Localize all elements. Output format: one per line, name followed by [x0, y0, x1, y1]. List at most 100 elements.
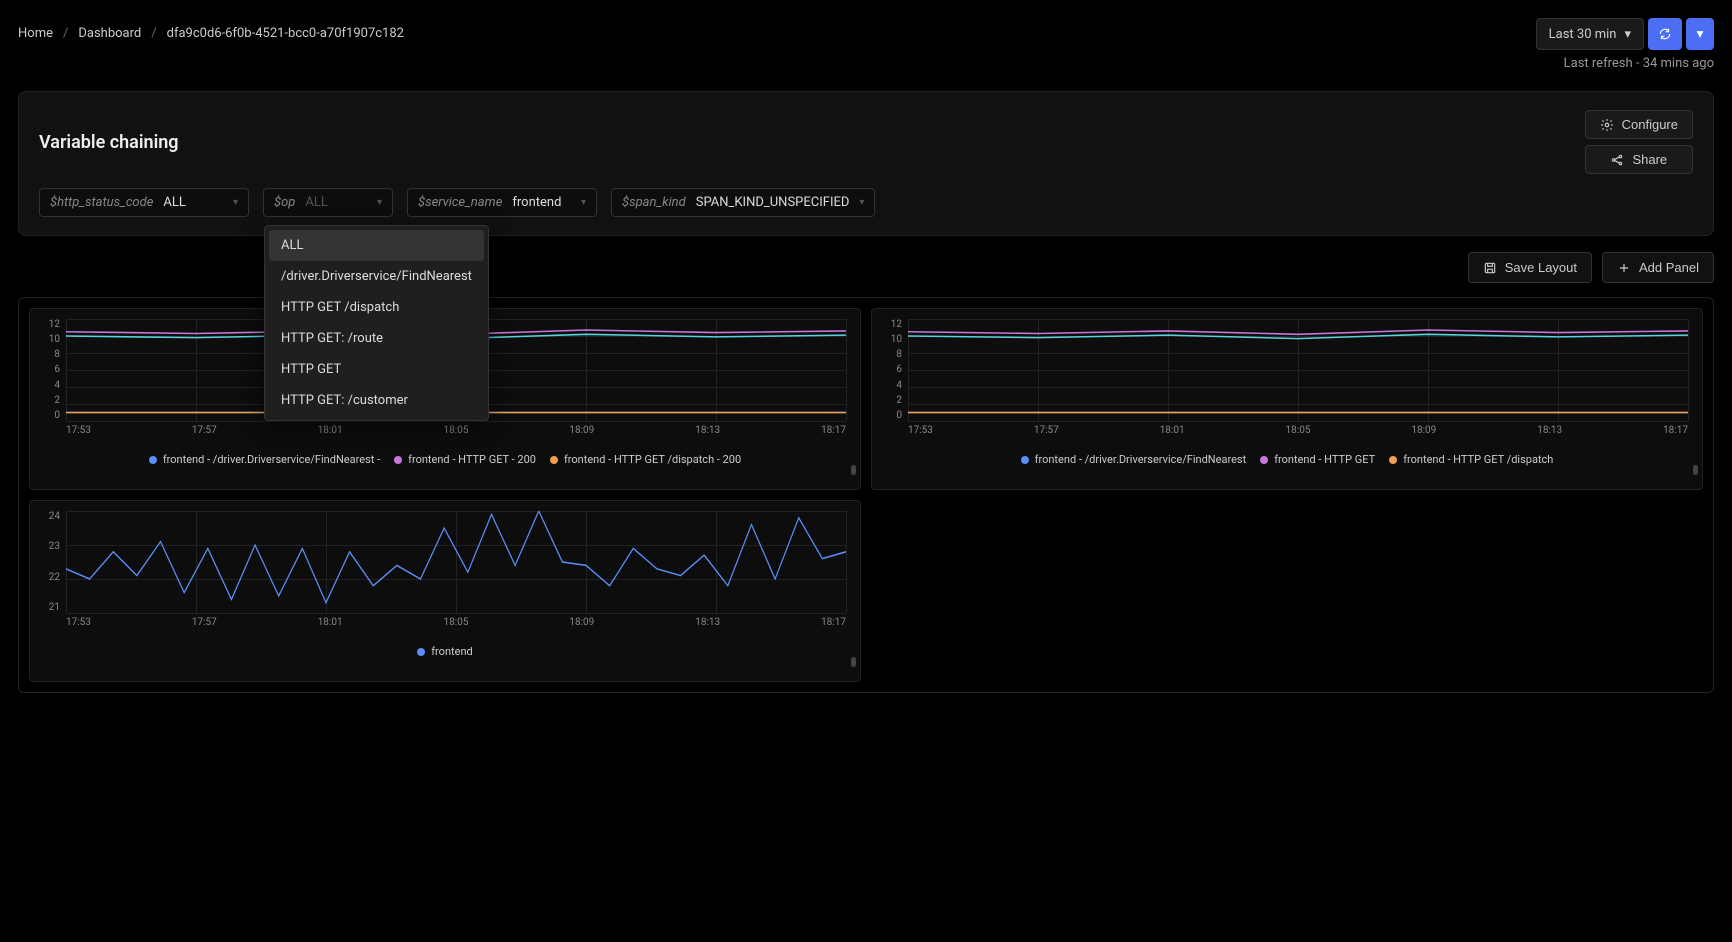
filter-span-kind[interactable]: $span_kind SPAN_KIND_UNSPECIFIED — [611, 188, 875, 217]
legend-swatch-icon — [1021, 456, 1029, 464]
legend-label: frontend - HTTP GET — [1274, 453, 1375, 466]
x-tick: 17:57 — [192, 617, 217, 628]
legend-item[interactable]: frontend - HTTP GET /dispatch - 200 — [550, 453, 741, 466]
chevron-down-icon — [377, 197, 382, 208]
refresh-interval-button[interactable] — [1686, 18, 1714, 50]
scroll-thumb[interactable] — [851, 465, 856, 475]
breadcrumb-sep: / — [63, 26, 68, 41]
share-label: Share — [1632, 152, 1667, 167]
filter-row: $http_status_code ALL $op ALL ALL/driver… — [39, 188, 1693, 217]
filter-label: $service_name — [418, 195, 502, 210]
y-tick: 12 — [880, 319, 906, 330]
add-panel-label: Add Panel — [1639, 260, 1699, 275]
legend-item[interactable]: frontend - HTTP GET — [1260, 453, 1375, 466]
dropdown-item[interactable]: /driver.Driverservice/FindNearest — [269, 261, 484, 292]
last-refresh-text: Last refresh - 34 mins ago — [1564, 56, 1714, 71]
dropdown-item[interactable]: HTTP GET: /customer — [269, 385, 484, 416]
chart-panel: 12108642017:5317:5718:0118:0518:0918:131… — [871, 308, 1703, 490]
dropdown-item[interactable]: HTTP GET — [269, 354, 484, 385]
breadcrumb-home[interactable]: Home — [18, 26, 53, 41]
legend-item[interactable]: frontend - /driver.Driverservice/FindNea… — [1021, 453, 1247, 466]
breadcrumb-id: dfa9c0d6-6f0b-4521-bcc0-a70f1907c182 — [167, 26, 404, 41]
x-tick: 17:57 — [1034, 425, 1059, 436]
legend-swatch-icon — [149, 456, 157, 464]
legend-label: frontend — [431, 645, 473, 658]
dropdown-item[interactable]: ALL — [269, 230, 484, 261]
legend-item[interactable]: frontend - /driver.Driverservice/FindNea… — [149, 453, 380, 466]
filter-label: $http_status_code — [50, 195, 153, 210]
plus-icon — [1617, 261, 1631, 275]
x-tick: 18:17 — [821, 617, 846, 628]
y-tick: 0 — [880, 410, 906, 421]
x-tick: 18:09 — [569, 617, 594, 628]
x-tick: 17:53 — [66, 617, 91, 628]
refresh-button[interactable] — [1648, 18, 1682, 50]
filter-placeholder: ALL — [305, 195, 327, 210]
filter-op[interactable]: $op ALL ALL/driver.Driverservice/FindNea… — [263, 188, 393, 217]
filter-service-name[interactable]: $service_name frontend — [407, 188, 597, 217]
legend-item[interactable]: frontend - HTTP GET - 200 — [394, 453, 536, 466]
time-range-label: Last 30 min — [1549, 27, 1617, 42]
configure-label: Configure — [1622, 117, 1678, 132]
x-tick: 18:17 — [1663, 425, 1688, 436]
x-tick: 17:53 — [66, 425, 91, 436]
x-tick: 18:01 — [318, 617, 343, 628]
y-tick: 2 — [880, 395, 906, 406]
x-tick: 18:09 — [569, 425, 594, 436]
filter-http-status[interactable]: $http_status_code ALL — [39, 188, 249, 217]
dropdown-item[interactable]: HTTP GET: /route — [269, 323, 484, 354]
filter-label: $span_kind — [622, 195, 686, 210]
chart-panel: 2423222117:5317:5718:0118:0518:0918:1318… — [29, 500, 861, 682]
legend-swatch-icon — [550, 456, 558, 464]
x-tick: 18:05 — [444, 425, 469, 436]
x-tick: 18:09 — [1411, 425, 1436, 436]
chevron-down-icon — [1697, 26, 1704, 42]
legend-label: frontend - HTTP GET /dispatch - 200 — [564, 453, 741, 466]
y-tick: 21 — [38, 602, 64, 613]
legend-swatch-icon — [417, 648, 425, 656]
legend-label: frontend - HTTP GET - 200 — [408, 453, 536, 466]
configure-button[interactable]: Configure — [1585, 110, 1693, 139]
x-tick: 18:01 — [1160, 425, 1185, 436]
breadcrumb-sep: / — [151, 26, 156, 41]
save-layout-button[interactable]: Save Layout — [1468, 252, 1592, 283]
chevron-down-icon — [233, 197, 238, 208]
variable-card: Variable chaining Configure Share $http_… — [18, 91, 1714, 236]
x-tick: 18:13 — [695, 617, 720, 628]
y-tick: 0 — [38, 410, 64, 421]
x-tick: 18:13 — [695, 425, 720, 436]
y-tick: 22 — [38, 572, 64, 583]
save-icon — [1483, 261, 1497, 275]
x-tick: 17:57 — [192, 425, 217, 436]
y-tick: 8 — [880, 349, 906, 360]
add-panel-button[interactable]: Add Panel — [1602, 252, 1714, 283]
legend-swatch-icon — [1389, 456, 1397, 464]
legend-item[interactable]: frontend — [417, 645, 473, 658]
share-icon — [1610, 153, 1624, 167]
refresh-icon — [1658, 27, 1672, 41]
dropdown-item[interactable]: HTTP GET /dispatch — [269, 292, 484, 323]
breadcrumb-dashboard[interactable]: Dashboard — [78, 26, 141, 41]
time-range-selector[interactable]: Last 30 min — [1536, 18, 1644, 50]
scroll-thumb[interactable] — [851, 657, 856, 667]
filter-value: ALL — [163, 195, 185, 210]
op-dropdown: ALL/driver.Driverservice/FindNearestHTTP… — [264, 225, 489, 421]
y-tick: 12 — [38, 319, 64, 330]
y-tick: 6 — [880, 364, 906, 375]
x-tick: 18:01 — [318, 425, 343, 436]
filter-label: $op — [274, 195, 295, 210]
scroll-thumb[interactable] — [1693, 465, 1698, 475]
card-title: Variable chaining — [39, 132, 179, 153]
breadcrumb: Home / Dashboard / dfa9c0d6-6f0b-4521-bc… — [18, 18, 404, 41]
y-tick: 10 — [38, 334, 64, 345]
save-layout-label: Save Layout — [1505, 260, 1577, 275]
chevron-down-icon — [1624, 27, 1631, 42]
x-tick: 17:53 — [908, 425, 933, 436]
y-tick: 24 — [38, 511, 64, 522]
x-tick: 18:13 — [1537, 425, 1562, 436]
gear-icon — [1600, 118, 1614, 132]
y-tick: 4 — [38, 380, 64, 391]
share-button[interactable]: Share — [1585, 145, 1693, 174]
y-tick: 23 — [38, 541, 64, 552]
legend-item[interactable]: frontend - HTTP GET /dispatch — [1389, 453, 1553, 466]
